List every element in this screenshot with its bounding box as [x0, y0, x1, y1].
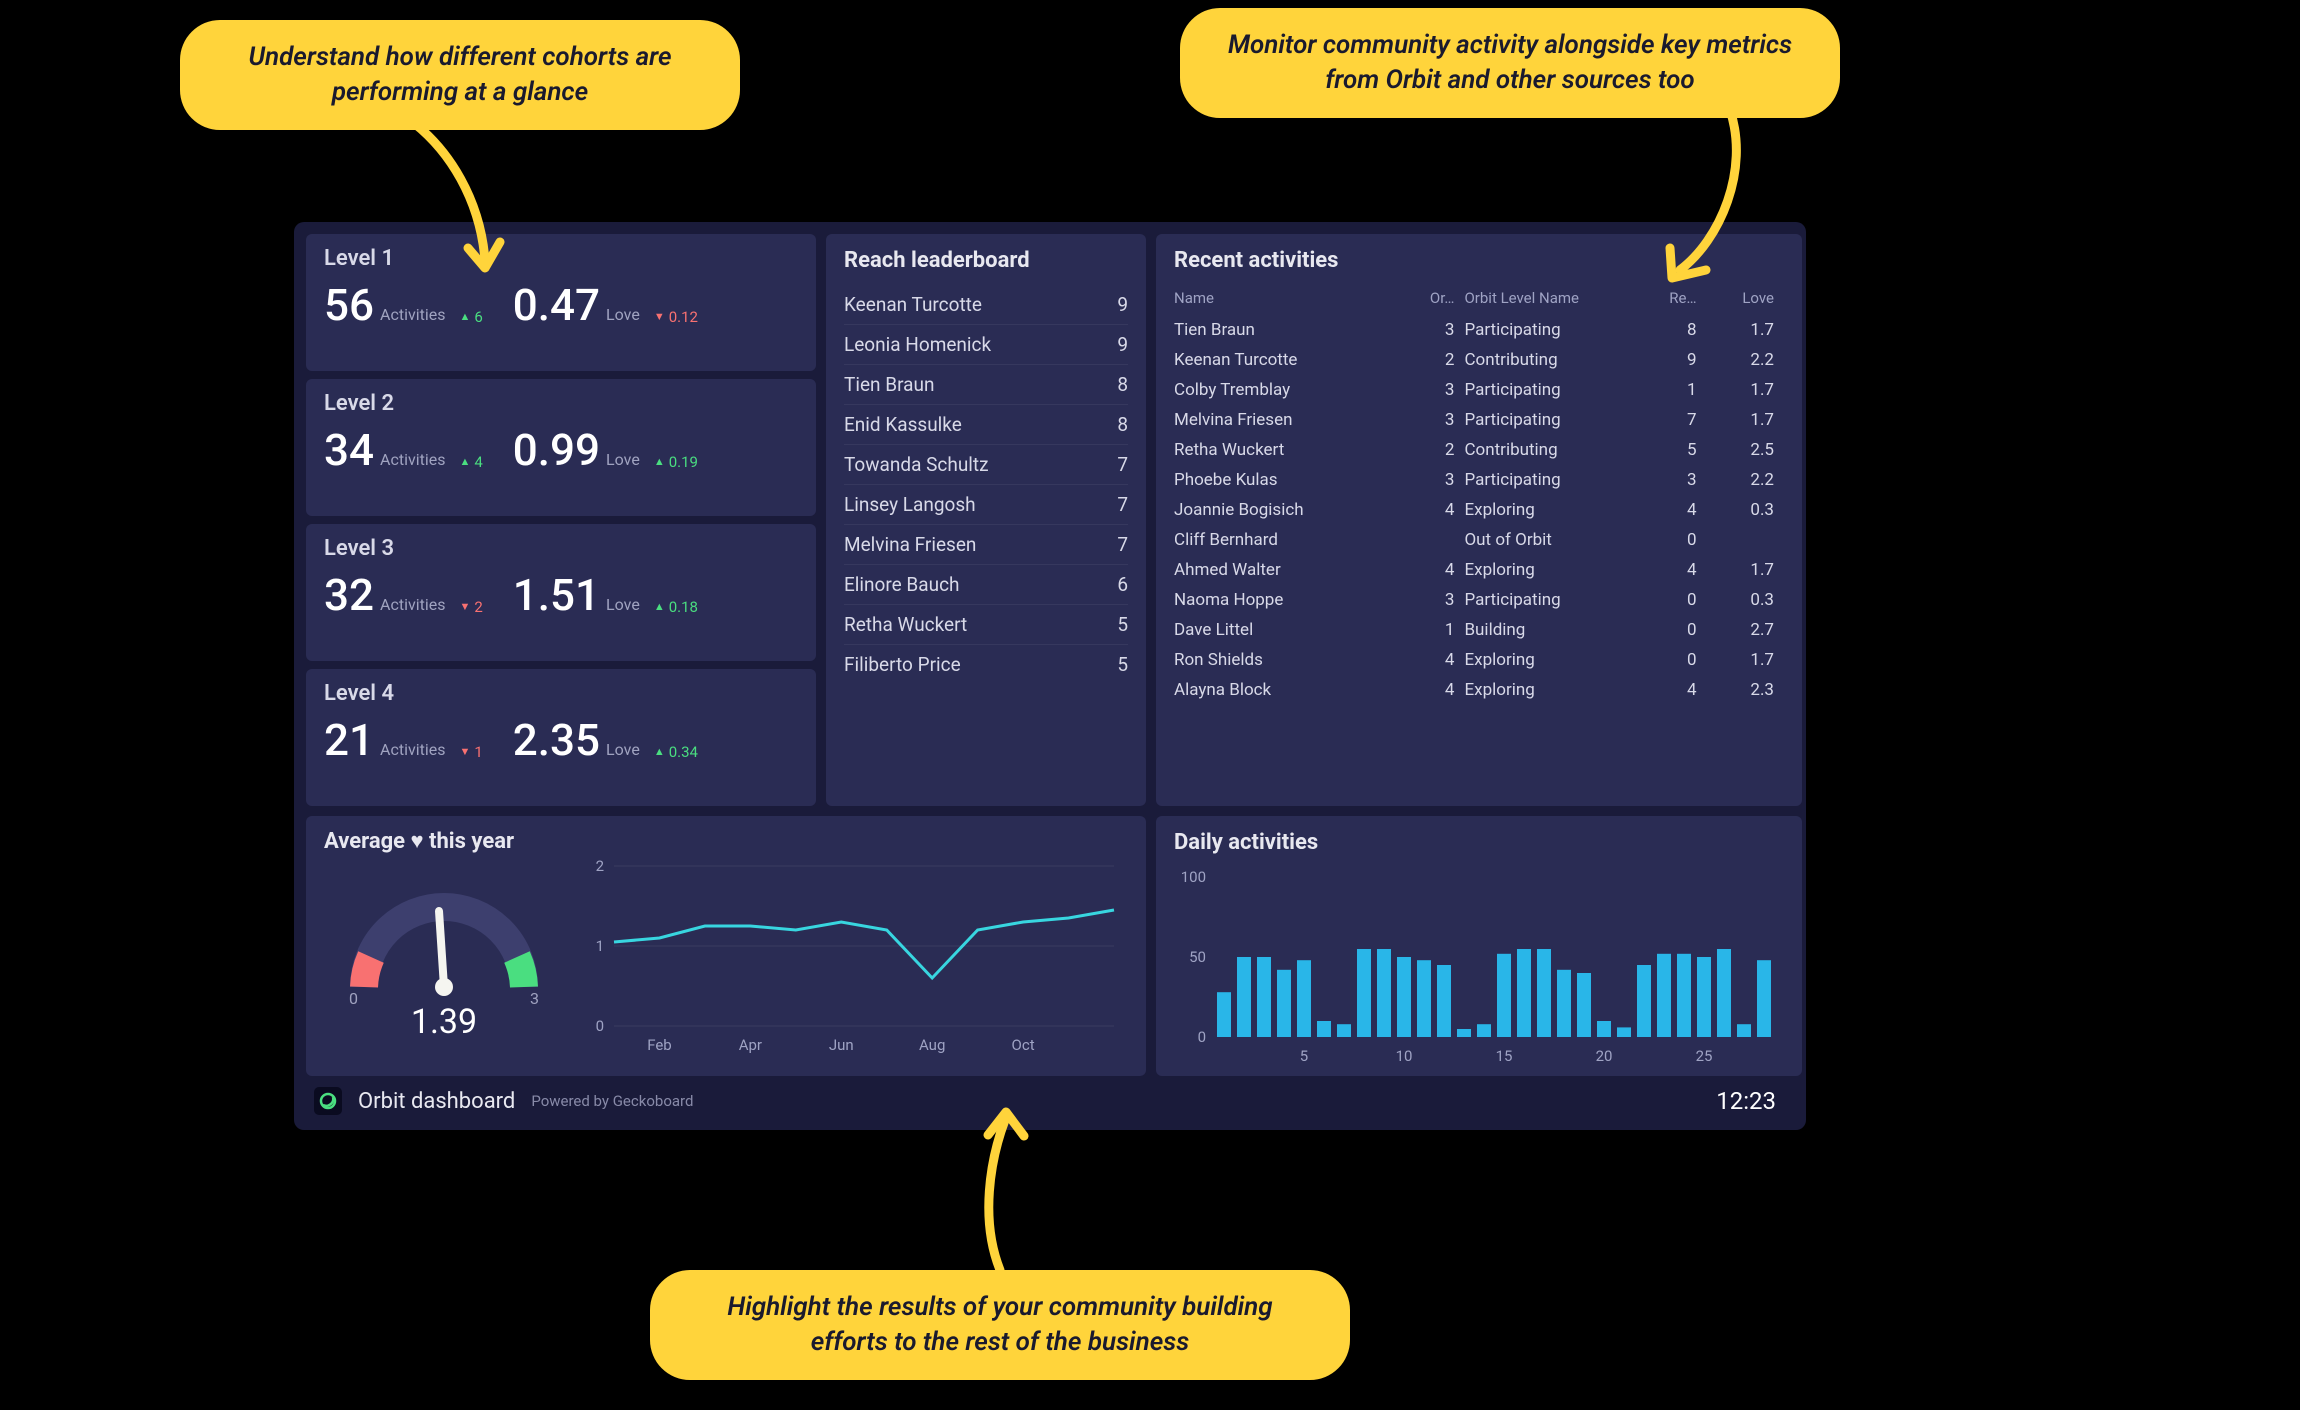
level-card: Level 3 32 Activities ▼ 2 1.51 Love ▲ 0.… — [306, 524, 816, 661]
svg-text:25: 25 — [1696, 1047, 1713, 1065]
leaderboard-row: Enid Kassulke8 — [844, 405, 1128, 445]
love-delta: ▲ 0.18 — [654, 598, 698, 616]
levels-column: Level 1 56 Activities ▲ 6 0.47 Love ▼ 0.… — [306, 234, 816, 806]
table-row: Naoma Hoppe3Participating00.3 — [1174, 585, 1784, 615]
panel-title: Daily activities — [1174, 830, 1784, 855]
love-label: Love — [606, 740, 640, 759]
love-value: 2.35 — [513, 714, 600, 766]
average-line-chart: 0 1 2 Feb Apr Jun Aug Oct — [584, 856, 1124, 1056]
annotation-cohorts: Understand how different cohorts are per… — [180, 20, 740, 130]
gauge-value: 1.39 — [411, 1002, 477, 1042]
activities-value: 56 — [324, 279, 374, 331]
love-delta: ▲ 0.19 — [654, 453, 698, 471]
leaderboard-row: Keenan Turcotte9 — [844, 285, 1128, 325]
arrow-icon — [960, 1100, 1050, 1280]
table-row: Colby Tremblay3Participating11.7 — [1174, 375, 1784, 405]
table-row: Joannie Bogisich4Exploring40.3 — [1174, 495, 1784, 525]
love-label: Love — [606, 450, 640, 469]
svg-text:Apr: Apr — [739, 1036, 762, 1054]
svg-text:10: 10 — [1396, 1047, 1413, 1065]
activities-label: Activities — [380, 450, 445, 469]
panel-title: Average ♥ this year — [324, 828, 514, 854]
clock: 12:23 — [1716, 1087, 1786, 1115]
arrow-icon — [1620, 100, 1760, 290]
level-card: Level 1 56 Activities ▲ 6 0.47 Love ▼ 0.… — [306, 234, 816, 371]
table-row: Keenan Turcotte2Contributing92.2 — [1174, 345, 1784, 375]
activities-label: Activities — [380, 305, 445, 324]
leaderboard-row: Towanda Schultz7 — [844, 445, 1128, 485]
svg-text:100: 100 — [1181, 868, 1206, 886]
svg-text:50: 50 — [1189, 948, 1206, 966]
table-row: Alayna Block4Exploring42.3 — [1174, 675, 1784, 705]
table-row: Ron Shields4Exploring01.7 — [1174, 645, 1784, 675]
activities-value: 32 — [324, 569, 374, 621]
level-title: Level 3 — [324, 536, 798, 561]
svg-text:20: 20 — [1596, 1047, 1613, 1065]
love-delta: ▼ 0.12 — [654, 308, 698, 326]
table-row: Dave Littel1Building02.7 — [1174, 615, 1784, 645]
average-love-panel: Average ♥ this year 0 3 1.39 0 1 2 Feb Apr Ju… — [306, 816, 1146, 1076]
dashboard-footer: Orbit dashboard Powered by Geckoboard 12… — [306, 1076, 1794, 1118]
svg-text:Feb: Feb — [647, 1036, 672, 1054]
table-row: Retha Wuckert2Contributing52.5 — [1174, 435, 1784, 465]
love-value: 0.99 — [513, 424, 600, 476]
love-label: Love — [606, 305, 640, 324]
svg-text:0: 0 — [596, 1017, 604, 1035]
svg-text:Jun: Jun — [829, 1036, 854, 1054]
recent-activities-panel: Recent activities Name Or… Orbit Level N… — [1156, 234, 1802, 806]
daily-activities-panel: Daily activities 05010051015202530 — [1156, 816, 1802, 1076]
arrow-icon — [390, 110, 520, 280]
dashboard-title: Orbit dashboard — [358, 1089, 515, 1114]
orbit-logo-icon — [314, 1087, 342, 1115]
activities-delta: ▲ 4 — [459, 453, 482, 471]
table-row: Melvina Friesen3Participating71.7 — [1174, 405, 1784, 435]
svg-text:0: 0 — [1198, 1028, 1206, 1046]
love-value: 0.47 — [513, 279, 600, 331]
level-title: Level 4 — [324, 681, 798, 706]
activities-delta: ▼ 2 — [459, 598, 482, 616]
dashboard: Level 1 56 Activities ▲ 6 0.47 Love ▼ 0.… — [294, 222, 1806, 1130]
annotation-monitor: Monitor community activity alongside key… — [1180, 8, 1840, 118]
leaderboard-row: Melvina Friesen7 — [844, 525, 1128, 565]
svg-text:1: 1 — [596, 937, 604, 955]
activities-delta: ▲ 6 — [459, 308, 482, 326]
svg-text:2: 2 — [596, 857, 604, 875]
gauge-max: 3 — [530, 989, 539, 1008]
table-row: Tien Braun3Participating81.7 — [1174, 315, 1784, 345]
activities-delta: ▼ 1 — [459, 743, 482, 761]
activities-label: Activities — [380, 595, 445, 614]
activities-value: 34 — [324, 424, 374, 476]
svg-text:5: 5 — [1300, 1047, 1308, 1065]
leaderboard-row: Tien Braun8 — [844, 365, 1128, 405]
love-label: Love — [606, 595, 640, 614]
svg-text:Aug: Aug — [919, 1036, 945, 1054]
level-title: Level 2 — [324, 391, 798, 416]
powered-by-label: Powered by Geckoboard — [531, 1092, 693, 1110]
level-card: Level 4 21 Activities ▼ 1 2.35 Love ▲ 0.… — [306, 669, 816, 806]
table-row: Cliff BernhardOut of Orbit0 — [1174, 525, 1784, 555]
leaderboard-row: Linsey Langosh7 — [844, 485, 1128, 525]
annotation-highlight: Highlight the results of your community … — [650, 1270, 1350, 1380]
table-row: Phoebe Kulas3Participating32.2 — [1174, 465, 1784, 495]
panel-title: Reach leaderboard — [844, 248, 1128, 273]
svg-text:Oct: Oct — [1012, 1036, 1035, 1054]
table-row: Ahmed Walter4Exploring41.7 — [1174, 555, 1784, 585]
gauge-chart — [339, 877, 549, 1007]
leaderboard-row: Leonia Homenick9 — [844, 325, 1128, 365]
activities-label: Activities — [380, 740, 445, 759]
love-delta: ▲ 0.34 — [654, 743, 698, 761]
leaderboard-row: Filiberto Price5 — [844, 645, 1128, 684]
leaderboard-row: Elinore Bauch6 — [844, 565, 1128, 605]
daily-activities-chart: 05010051015202530 — [1174, 867, 1784, 1067]
leaderboard-row: Retha Wuckert5 — [844, 605, 1128, 645]
gauge-min: 0 — [349, 989, 358, 1008]
level-card: Level 2 34 Activities ▲ 4 0.99 Love ▲ 0.… — [306, 379, 816, 516]
svg-text:15: 15 — [1496, 1047, 1513, 1065]
activities-value: 21 — [324, 714, 374, 766]
reach-leaderboard-panel: Reach leaderboard Keenan Turcotte9Leonia… — [826, 234, 1146, 806]
love-value: 1.51 — [513, 569, 600, 621]
